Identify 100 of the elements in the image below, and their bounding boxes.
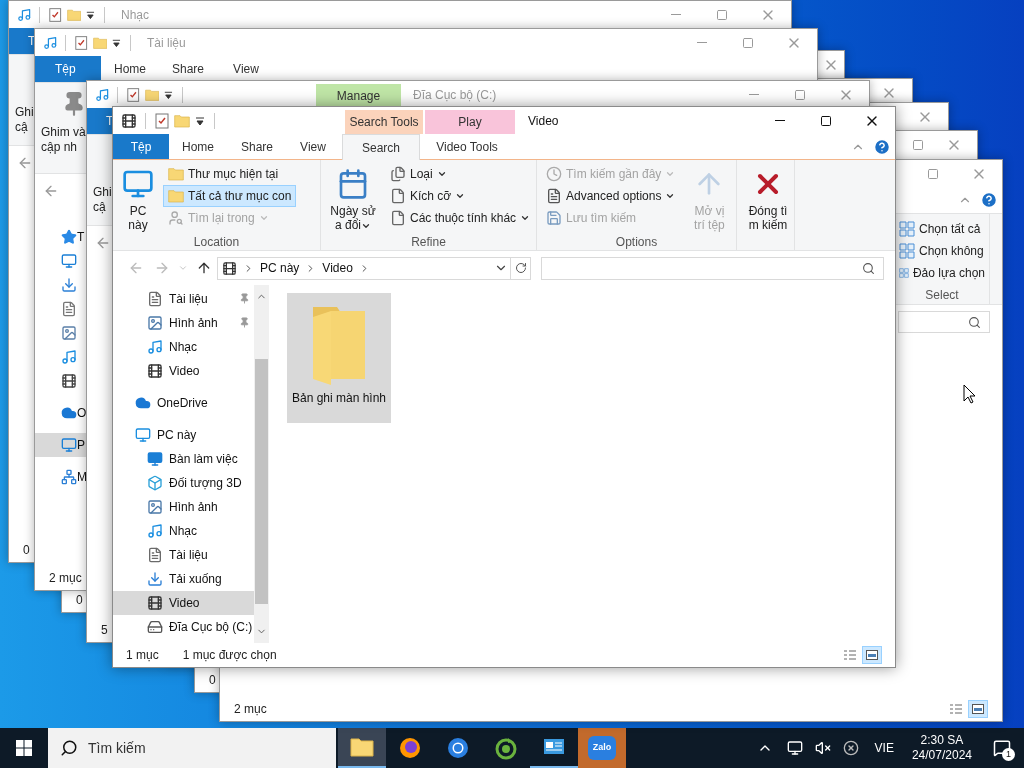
- status-text: 2 mục: [234, 701, 267, 718]
- folder-icon: [350, 737, 374, 757]
- back-arrow-icon: [17, 155, 33, 171]
- file-icon: [390, 210, 406, 226]
- ribbon-tab[interactable]: Share: [227, 134, 287, 159]
- document-icon: [147, 547, 163, 563]
- status-text: 1 mục được chọn: [182, 647, 277, 664]
- status-text: 2 mục: [49, 570, 82, 587]
- ribbon-tab[interactable]: Home: [169, 134, 227, 159]
- large-icons-view-button[interactable]: [862, 646, 882, 664]
- folder-tile[interactable]: Bản ghi màn hình: [287, 293, 391, 423]
- film-icon: [147, 363, 163, 379]
- nav-item[interactable]: Tài liệu: [113, 543, 254, 567]
- nav-item[interactable]: Đĩa Cục bộ (C:): [113, 615, 254, 639]
- breadcrumb[interactable]: PC này: [260, 259, 300, 277]
- nav-item[interactable]: Bàn làm việc: [113, 447, 254, 471]
- desktop-icon: [147, 451, 163, 467]
- nav-item[interactable]: M: [35, 465, 87, 489]
- nav-item[interactable]: P: [35, 433, 87, 457]
- folder-icon: [168, 166, 184, 182]
- window-title: Đĩa Cục bộ (C:): [412, 86, 497, 104]
- image-icon: [147, 499, 163, 515]
- nav-item[interactable]: Hình ảnh: [113, 495, 254, 519]
- taskbar-search-field[interactable]: Tìm kiếm: [48, 728, 336, 768]
- cloud-icon: [61, 405, 77, 421]
- mouse-pointer-icon: [963, 384, 976, 404]
- contextual-tab-header: Play: [425, 110, 515, 134]
- pin-button[interactable]: Ghi cậ: [87, 135, 113, 225]
- star-icon: [61, 229, 77, 245]
- grid-select-icon: [899, 221, 915, 237]
- large-icons-view-button[interactable]: [968, 700, 988, 718]
- search-icon: [968, 315, 981, 329]
- folder-icon: [174, 112, 190, 129]
- taskbar-app[interactable]: Zalo: [578, 728, 626, 768]
- ribbon-small-button[interactable]: Loại: [385, 163, 536, 185]
- status-text: 0: [76, 592, 83, 609]
- caret-icon: [665, 191, 676, 201]
- address-field[interactable]: PC này Video: [217, 256, 511, 280]
- pin-button[interactable]: Ghim và cập nh: [35, 83, 87, 173]
- maximize-icon: [927, 167, 939, 180]
- ring-icon: [446, 736, 470, 760]
- details-view-icon: [844, 649, 856, 661]
- ribbon-small-button[interactable]: Thư mục hiện tại: [163, 163, 297, 185]
- contextual-tab-header: Search Tools: [345, 110, 423, 134]
- properties-icon: [48, 6, 63, 23]
- nav-item[interactable]: Nhạc: [113, 335, 254, 359]
- grid-select-icon: [899, 265, 909, 281]
- ribbon-large-button[interactable]: Ngày sửa đổi: [325, 163, 381, 233]
- breadcrumb[interactable]: Video: [322, 259, 353, 277]
- ribbon-large-button[interactable]: Đóng tìm kiếm: [741, 163, 795, 233]
- details-view-icon: [950, 703, 962, 715]
- clock[interactable]: 2:30 SA 24/07/2024: [903, 733, 980, 763]
- group-label: Refine: [410, 234, 447, 251]
- nav-item[interactable]: Hình ảnh: [113, 311, 254, 335]
- ribbon-large-button[interactable]: PC này: [117, 163, 159, 233]
- ribbon-tab[interactable]: Share: [159, 56, 217, 82]
- film-icon: [61, 373, 77, 389]
- large-icons-view-icon: [972, 703, 984, 715]
- nav-item[interactable]: Nhạc: [113, 519, 254, 543]
- search-field[interactable]: [541, 256, 884, 280]
- properties-icon: [126, 86, 141, 103]
- select-option[interactable]: Chọn tất cả: [895, 218, 989, 240]
- language-indicator[interactable]: VIE: [874, 739, 894, 757]
- ribbon-small-button[interactable]: Advanced options: [541, 185, 681, 207]
- nav-item[interactable]: Video: [113, 591, 254, 615]
- ribbon-tab[interactable]: Home: [101, 56, 159, 82]
- refresh-button[interactable]: [511, 256, 531, 280]
- clock-icon: [546, 166, 562, 182]
- music-icon: [61, 349, 77, 365]
- ribbon-small-button[interactable]: Tất cả thư mục con: [163, 185, 297, 207]
- taskbar-app[interactable]: [338, 728, 386, 768]
- ribbon-tab[interactable]: Search: [342, 134, 420, 160]
- film-icon: [147, 595, 163, 611]
- nav-item[interactable]: OneDrive: [113, 391, 254, 415]
- nav-item[interactable]: O: [35, 401, 87, 425]
- ribbon-tab[interactable]: Video Tools: [422, 134, 512, 159]
- ribbon-small-button[interactable]: Các thuộc tính khác: [385, 207, 536, 229]
- ribbon-tab[interactable]: View: [287, 134, 339, 159]
- save-icon: [546, 210, 562, 226]
- drive-icon: [147, 619, 163, 635]
- ribbon-small-button[interactable]: Kích cỡ: [385, 185, 536, 207]
- nav-item[interactable]: PC này: [113, 423, 254, 447]
- nav-item[interactable]: Tải xuống: [113, 567, 254, 591]
- windows-logo-icon: [16, 740, 32, 756]
- file-tab[interactable]: Tệp: [35, 56, 101, 82]
- maximize-icon: [912, 138, 924, 151]
- nav-item[interactable]: Đối tượng 3D: [113, 471, 254, 495]
- minimize-icon: [749, 94, 759, 95]
- select-option[interactable]: Đảo lựa chọn: [895, 262, 989, 284]
- file-tab[interactable]: Tệp: [113, 134, 169, 159]
- pin-button[interactable]: Ghi cậ: [9, 55, 35, 145]
- window-title: Video: [527, 112, 559, 130]
- nav-item[interactable]: Video: [113, 359, 254, 383]
- select-option[interactable]: Chọn không: [895, 240, 989, 262]
- ribbon-tab[interactable]: View: [217, 56, 275, 82]
- nav-item[interactable]: T: [35, 225, 87, 249]
- group-label: Options: [614, 234, 659, 251]
- leaf-circle-icon: [494, 736, 518, 760]
- nav-item[interactable]: Tài liệu: [113, 287, 254, 311]
- notification-button[interactable]: 1: [980, 728, 1024, 768]
